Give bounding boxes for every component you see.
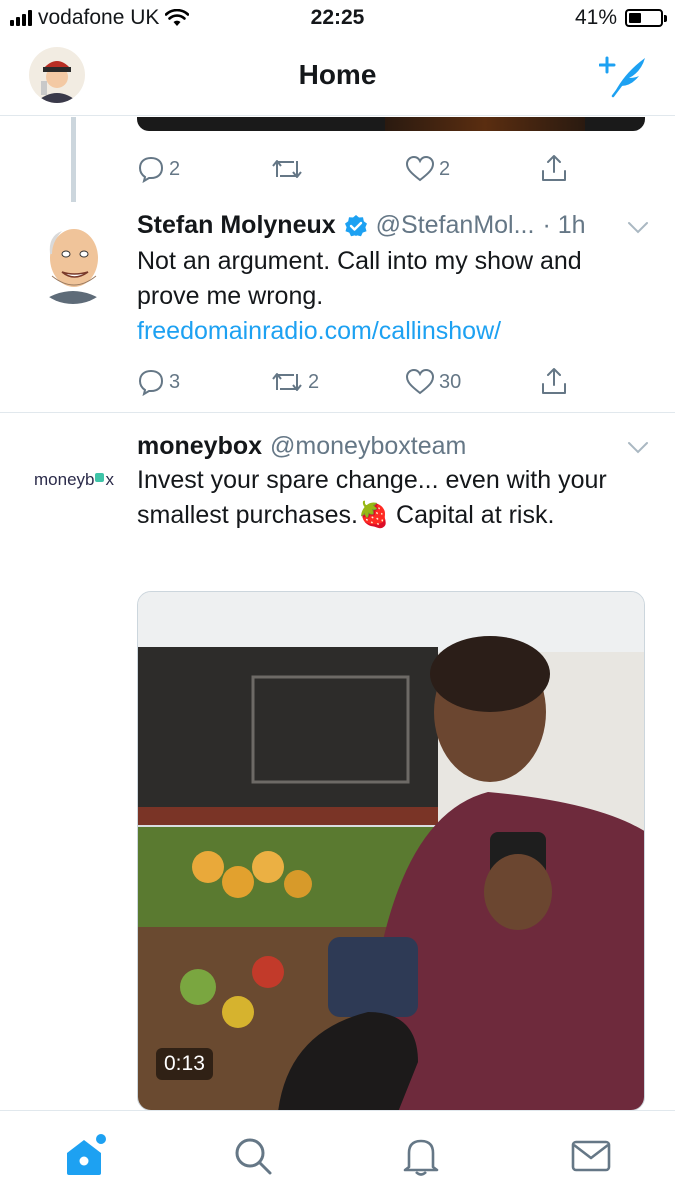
share-button[interactable] [539,366,569,396]
heart-icon [405,155,435,182]
page-title: Home [298,59,377,90]
previous-tweet-media[interactable] [137,117,645,131]
status-right: 41% [574,6,667,30]
tweet-header: moneybox @moneyboxteam [137,432,466,461]
like-button[interactable]: 30 [405,368,461,396]
moneybox-logo-icon [95,473,105,483]
nav-header: Home [0,38,675,116]
tab-search[interactable] [228,1131,278,1181]
search-icon [235,1138,272,1175]
avatar-wordmark: moneyb [34,470,95,489]
author-handle[interactable]: @moneyboxteam [270,432,466,461]
tweet-text-end: Capital at risk. [389,501,555,529]
verified-badge-icon [344,214,367,236]
retweet-count: 2 [308,370,320,393]
tweet-link[interactable]: freedomainradio.com/callinshow/ [137,317,501,345]
author-name[interactable]: Stefan Molyneux [137,211,336,240]
heart-icon [405,368,435,395]
avatar[interactable]: moneyb x [34,470,114,490]
reply-count: 3 [169,370,181,393]
compose-tweet-icon[interactable] [599,54,649,98]
battery-icon [625,9,667,27]
tab-notifications[interactable] [396,1131,446,1181]
notifications-icon [403,1139,439,1176]
video-duration: 0:13 [156,1048,213,1080]
author-handle[interactable]: @StefanMol... [376,211,535,240]
battery-tip [664,15,667,22]
video-player[interactable]: 0:13 [137,591,645,1110]
chevron-down-icon[interactable] [627,221,649,235]
reply-icon [138,156,164,183]
share-button[interactable] [539,153,569,183]
retweet-button[interactable]: 2 [270,368,319,396]
tweet-header: Stefan Molyneux @StefanMol... · 1h [137,211,586,240]
avatar-wordmark-end: x [105,470,114,489]
author-name[interactable]: moneybox [137,432,262,461]
retweet-icon [272,373,302,391]
like-count: 30 [439,370,462,393]
tweet-text-body: Not an argument. Call into my show and p… [137,247,582,310]
tab-bar [0,1110,675,1200]
reply-button[interactable]: 2 [137,155,180,183]
thread-line [71,117,76,202]
video-thumbnail [138,592,644,1110]
tweet-timestamp: · 1h [542,211,586,239]
battery-fill [629,13,642,23]
status-bar: vodafone UK 22:25 41% [0,0,675,38]
tab-home[interactable] [60,1131,110,1181]
clock: 22:25 [310,6,365,29]
messages-icon [571,1140,611,1172]
tab-messages[interactable] [566,1131,616,1181]
share-icon [542,155,566,181]
strawberry-emoji: 🍓 [357,501,390,529]
like-count: 2 [439,157,451,180]
avatar[interactable] [28,214,118,304]
tweet-text: Invest your spare change... even with yo… [137,463,637,533]
reply-count: 2 [169,157,181,180]
retweet-button[interactable] [270,155,308,183]
tweet-divider [0,412,675,413]
like-button[interactable]: 2 [405,155,450,183]
home-icon [67,1134,106,1175]
battery-percent: 41% [574,6,617,29]
reply-icon [138,369,164,396]
share-icon [542,368,566,394]
reply-button[interactable]: 3 [137,368,180,396]
timeline[interactable]: 2 2 Stefan Molyneux @StefanMol... · 1h N… [0,117,675,1110]
tweet-text: Not an argument. Call into my show and p… [137,244,637,349]
retweet-icon [272,160,302,178]
chevron-down-icon[interactable] [627,441,649,455]
